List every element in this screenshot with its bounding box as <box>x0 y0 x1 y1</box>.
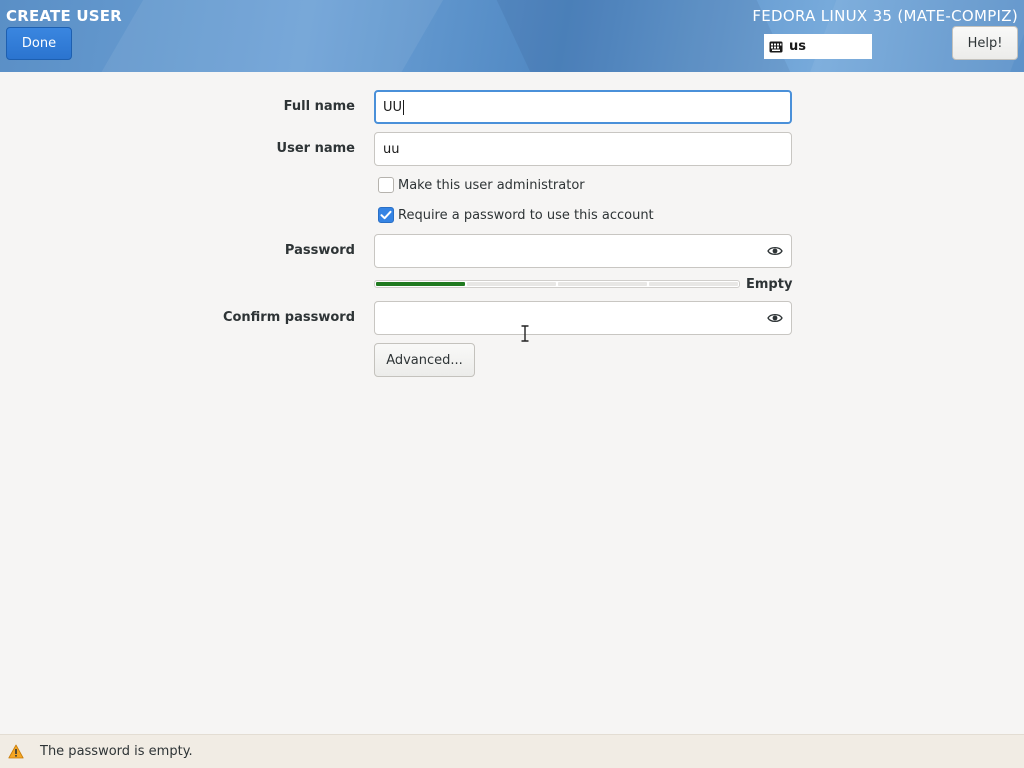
show-confirm-password-eye-icon[interactable] <box>767 312 783 324</box>
strength-segment <box>376 282 465 286</box>
full-name-label: Full name <box>283 99 355 114</box>
require-password-checkbox-row[interactable]: Require a password to use this account <box>378 207 654 223</box>
distro-label: FEDORA LINUX 35 (MATE-COMPIZ) <box>752 7 1018 25</box>
password-strength-meter <box>374 280 740 288</box>
full-name-value: UU <box>383 99 403 115</box>
user-name-value: uu <box>383 141 400 157</box>
status-bar: The password is empty. <box>0 734 1024 768</box>
confirm-password-field[interactable] <box>374 301 792 335</box>
warning-icon <box>8 744 24 759</box>
keyboard-layout-indicator[interactable]: us <box>764 34 872 59</box>
password-label: Password <box>284 243 355 258</box>
page-title: CREATE USER <box>6 7 122 25</box>
user-name-label: User name <box>276 141 355 156</box>
password-strength-label: Empty <box>746 277 793 292</box>
checkmark-icon <box>380 210 392 220</box>
confirm-password-label: Confirm password <box>222 310 355 325</box>
strength-segment <box>649 282 738 286</box>
create-user-screen: CREATE USER Done FEDORA LINUX 35 (MATE-C… <box>0 0 1024 768</box>
advanced-button[interactable]: Advanced... <box>374 343 475 377</box>
strength-segment <box>558 282 647 286</box>
show-password-eye-icon[interactable] <box>767 245 783 257</box>
user-name-field[interactable]: uu <box>374 132 792 166</box>
done-button[interactable]: Done <box>6 27 72 60</box>
admin-checkbox-label: Make this user administrator <box>398 177 585 193</box>
text-caret <box>403 99 405 115</box>
keyboard-icon <box>769 41 783 53</box>
admin-checkbox-row[interactable]: Make this user administrator <box>378 177 585 193</box>
require-password-checkbox-label: Require a password to use this account <box>398 207 654 223</box>
admin-checkbox[interactable] <box>378 177 394 193</box>
status-message: The password is empty. <box>40 744 193 759</box>
strength-segment <box>467 282 556 286</box>
keyboard-layout-label: us <box>789 39 806 54</box>
password-field[interactable] <box>374 234 792 268</box>
full-name-field[interactable]: UU <box>374 90 792 124</box>
header-bar: CREATE USER Done FEDORA LINUX 35 (MATE-C… <box>0 0 1024 72</box>
help-button[interactable]: Help! <box>952 26 1018 60</box>
text-cursor-icon <box>520 325 530 342</box>
require-password-checkbox[interactable] <box>378 207 394 223</box>
